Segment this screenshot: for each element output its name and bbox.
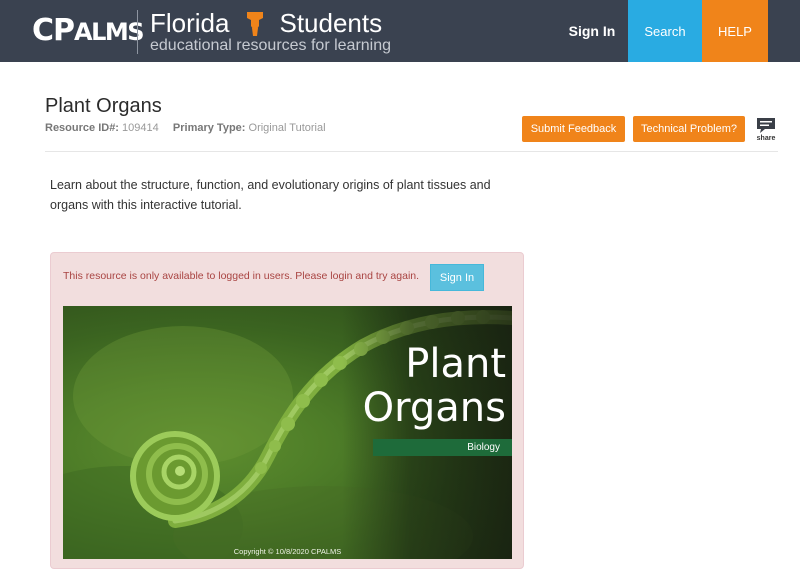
site-header: CPALMS Florida Students educational reso… (0, 0, 800, 62)
subject-band: Biology (373, 439, 512, 456)
login-required-alert: This resource is only available to logge… (50, 252, 524, 569)
alert-message: This resource is only available to logge… (63, 270, 420, 282)
share-label: share (756, 135, 776, 142)
florida-student-icon (247, 12, 264, 36)
hero-title-line1: Plant (405, 341, 506, 387)
brand-students: Students (279, 8, 383, 38)
logo-divider (137, 10, 138, 54)
logo-main: CP (32, 13, 75, 48)
resource-id-label: Resource ID#: (45, 122, 119, 134)
alert-signin-button[interactable]: Sign In (430, 264, 484, 291)
share-comment-icon (757, 118, 775, 133)
resource-meta: Resource ID#: 109414 Primary Type: Origi… (45, 121, 326, 135)
nav-search-button[interactable]: Search (628, 0, 702, 62)
resource-id-value: 109414 (122, 122, 159, 134)
nav-help-button[interactable]: HELP (702, 0, 768, 62)
nav-signin-link[interactable]: Sign In (556, 0, 628, 62)
logo-rest: ALMS (74, 18, 145, 46)
title-divider (45, 151, 778, 152)
cpalms-logo[interactable]: CPALMS (32, 13, 145, 50)
share-button[interactable]: share (754, 117, 778, 145)
technical-problem-button[interactable]: Technical Problem? (633, 116, 745, 142)
primary-type-label: Primary Type: (172, 122, 246, 134)
page-title: Plant Organs (45, 95, 162, 117)
tutorial-preview-image: Plant Organs Biology Copyright © 10/8/20… (63, 306, 512, 559)
brand-title: Florida Students (150, 6, 382, 40)
hero-title-line2: Organs (362, 385, 506, 431)
submit-feedback-button[interactable]: Submit Feedback (522, 116, 625, 142)
primary-type-value: Original Tutorial (248, 122, 326, 134)
hero-title: Plant Organs (363, 342, 506, 430)
resource-description: Learn about the structure, function, and… (50, 178, 491, 212)
hero-copyright: Copyright © 10/8/2020 CPALMS (233, 547, 342, 556)
brand-florida: Florida (150, 8, 230, 38)
brand-tagline: educational resources for learning (150, 37, 392, 54)
